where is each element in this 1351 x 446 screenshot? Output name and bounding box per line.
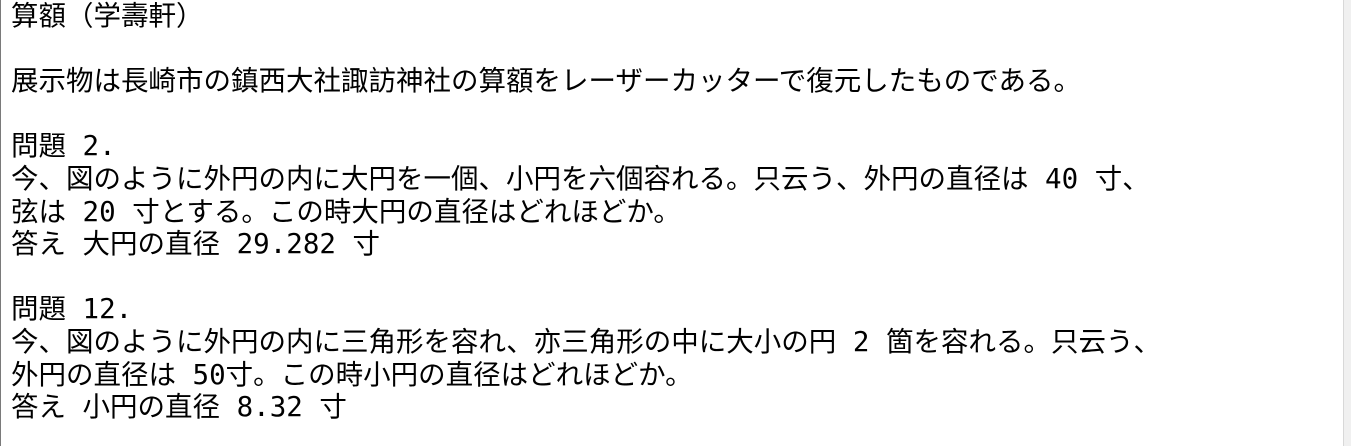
problem-12-heading: 問題 12. [11, 293, 133, 326]
problem-12-answer: 答え 小円の直径 8.32 寸 [11, 391, 347, 424]
problem-12-text-line-2: 外円の直径は 50寸。この時小円の直径はどれほどか。 [11, 358, 693, 391]
intro-paragraph: 展示物は長崎市の鎮西大社諏訪神社の算額をレーザーカッターで復元したものである。 [11, 65, 1082, 98]
problem-2-answer: 答え 大円の直径 29.282 寸 [11, 228, 381, 261]
document-title: 算額（学壽軒） [11, 0, 204, 32]
problem-12-text-line-1: 今、図のように外円の内に三角形を容れ、亦三角形の中に大小の円 2 箇を容れる。只… [11, 325, 1161, 358]
problem-2-text-line-1: 今、図のように外円の内に大円を一個、小円を六個容れる。只云う、外円の直径は 40… [11, 162, 1150, 195]
vertical-scrollbar[interactable] [1343, 0, 1351, 446]
problem-2-heading: 問題 2. [11, 130, 116, 163]
problem-2-text-line-2: 弦は 20 寸とする。この時大円の直径はどれほどか。 [11, 195, 681, 228]
text-document[interactable]: 算額（学壽軒） 展示物は長崎市の鎮西大社諏訪神社の算額をレーザーカッターで復元し… [0, 0, 1343, 446]
